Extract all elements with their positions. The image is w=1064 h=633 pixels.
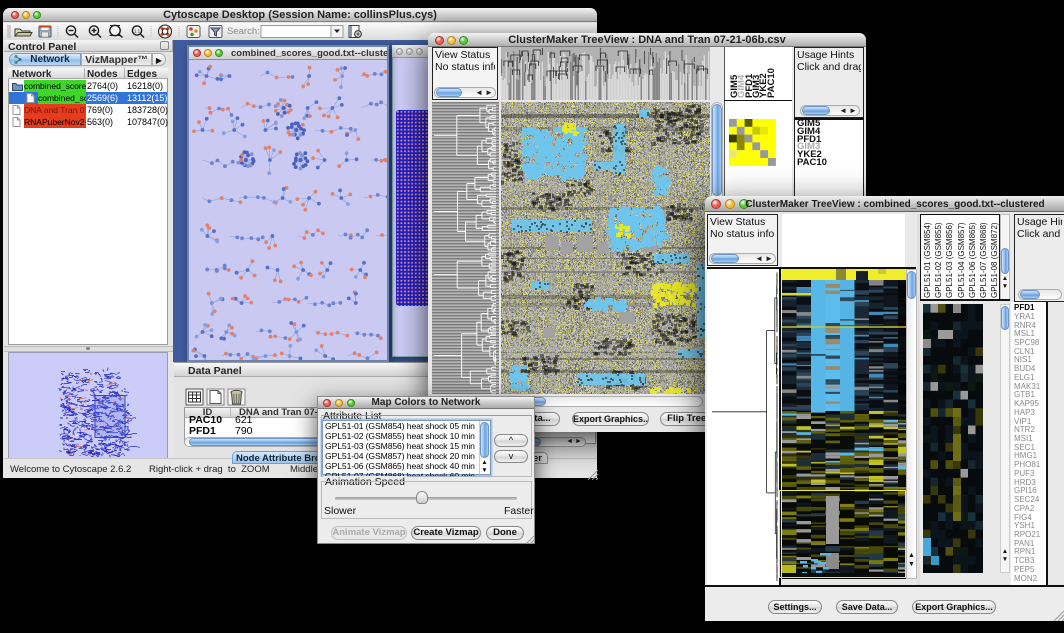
svg-text:Search:: Search: <box>227 26 260 37</box>
svg-text:1:1: 1:1 <box>134 29 141 34</box>
svg-text:GPL51-07 (GSM868): GPL51-07 (GSM868) <box>979 222 988 298</box>
svg-text:PAC10: PAC10 <box>766 68 777 98</box>
svg-text:GPL51-08 (GSM872): GPL51-08 (GSM872) <box>990 222 999 298</box>
svg-text:GPL51-02 (GSM855): GPL51-02 (GSM855) <box>934 222 943 298</box>
svg-text:GPL51-03 (GSM856): GPL51-03 (GSM856) <box>945 222 954 298</box>
svg-text:GPL51-04 (GSM857): GPL51-04 (GSM857) <box>957 222 966 298</box>
svg-text:GPL51-01 (GSM854): GPL51-01 (GSM854) <box>923 222 932 298</box>
svg-text:GPL51-06 (GSM865): GPL51-06 (GSM865) <box>968 222 977 298</box>
